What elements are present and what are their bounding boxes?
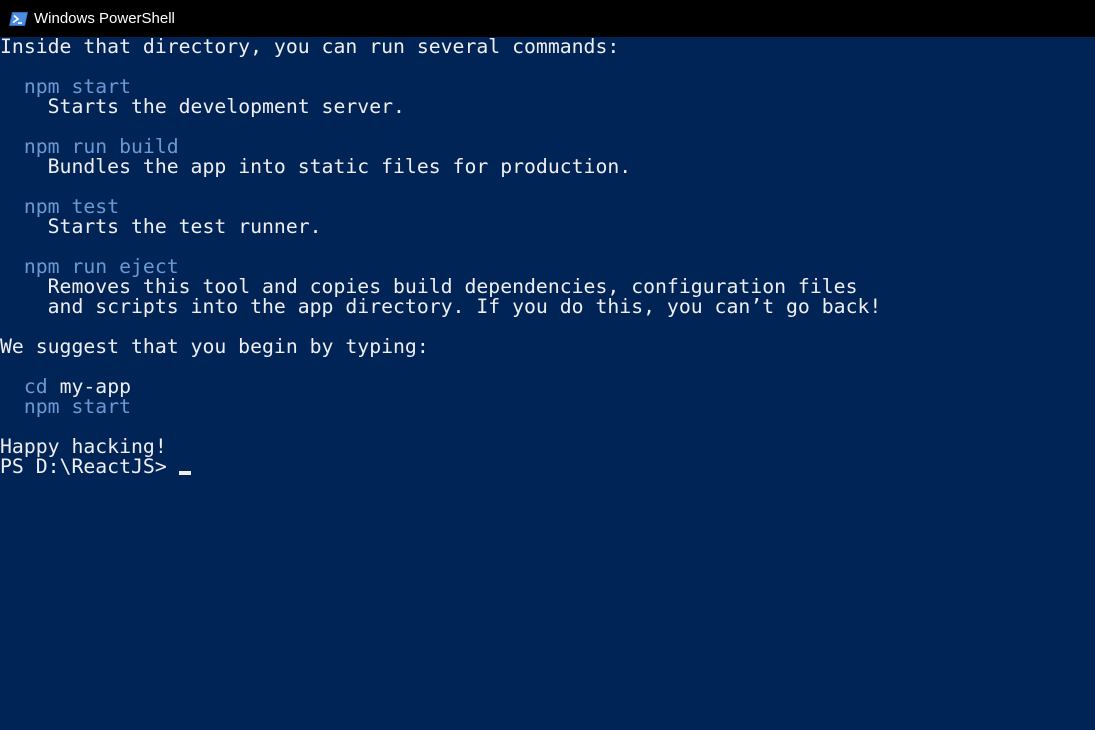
- console-output[interactable]: Inside that directory, you can run sever…: [0, 37, 1095, 730]
- powershell-icon: [9, 11, 28, 26]
- description-npm-start: Starts the development server.: [47, 97, 405, 117]
- suggest-cd-command: cd: [23, 377, 48, 397]
- description-npm-run-build: Bundles the app into static files for pr…: [47, 157, 632, 177]
- command-line-eject: npm run eject: [0, 257, 1095, 277]
- suggest-cd-argument: my-app: [47, 377, 132, 397]
- description-line: Starts the development server.: [0, 97, 1095, 117]
- description-line: Removes this tool and copies build depen…: [0, 277, 1095, 297]
- command-npm-run-build: npm run build: [23, 137, 179, 157]
- command-line-test: npm test: [0, 197, 1095, 217]
- text-cursor: [178, 471, 191, 475]
- prompt: PS D:\ReactJS>: [0, 457, 179, 477]
- intro-line: Inside that directory, you can run sever…: [0, 37, 620, 57]
- description-npm-test: Starts the test runner.: [47, 217, 322, 237]
- command-line-start: npm start: [0, 77, 1095, 97]
- description-line: Bundles the app into static files for pr…: [0, 157, 1095, 177]
- description-line: and scripts into the app directory. If y…: [0, 297, 1095, 317]
- powershell-window: Windows PowerShell Inside that directory…: [0, 0, 1095, 730]
- suggest-line: We suggest that you begin by typing:: [0, 337, 429, 357]
- suggest-start-line: npm start: [0, 397, 1095, 417]
- farewell-line: Happy hacking!: [0, 437, 167, 457]
- command-npm-start: npm start: [23, 77, 132, 97]
- description-npm-run-eject-2: and scripts into the app directory. If y…: [47, 297, 882, 317]
- suggest-start-command: npm start: [23, 397, 132, 417]
- suggest-cd-line: cd my-app: [0, 377, 1095, 397]
- command-line-build: npm run build: [0, 137, 1095, 157]
- command-npm-test: npm test: [23, 197, 120, 217]
- command-npm-run-eject: npm run eject: [23, 257, 179, 277]
- title-bar[interactable]: Windows PowerShell: [0, 0, 1095, 37]
- description-npm-run-eject-1: Removes this tool and copies build depen…: [47, 277, 858, 297]
- description-line: Starts the test runner.: [0, 217, 1095, 237]
- window-title: Windows PowerShell: [34, 10, 175, 27]
- prompt-line[interactable]: PS D:\ReactJS>: [0, 457, 1095, 477]
